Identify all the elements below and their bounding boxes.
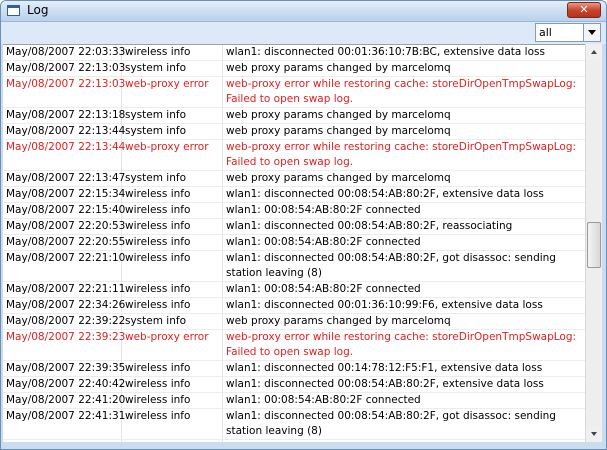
title-bar[interactable]: Log ✕: [1, 1, 606, 22]
window-title: Log: [27, 3, 49, 17]
log-row[interactable]: May/08/2007 22:13:44 system info web proxy…: [3, 124, 585, 140]
log-message: web proxy params changed by marcelomq: [226, 62, 451, 74]
log-row[interactable]: May/08/2007 22:34:26 wireless info wlan1: …: [3, 298, 585, 314]
log-message: wlan1: disconnected 00:08:54:AB:80:2F, e…: [226, 378, 544, 390]
log-topics: system info: [122, 124, 223, 139]
log-row[interactable]: May/08/2007 22:39:35 wireless info wlan1: …: [3, 361, 585, 377]
log-row[interactable]: May/08/2007 22:03:33 wireless info wlan1: …: [3, 45, 585, 61]
log-message: wlan1: disconnected 00:08:54:AB:80:2F, g…: [226, 252, 556, 279]
log-row[interactable]: May/08/2007 22:41:20 wireless info wlan1: …: [3, 393, 585, 409]
log-time: May/08/2007 22:40:42: [3, 377, 125, 392]
log-time: May/08/2007 22:13:47: [3, 171, 125, 186]
log-row[interactable]: May/08/2007 22:21:10 wireless info wlan1: …: [3, 251, 585, 282]
log-message: wlan1: disconnected 00:08:54:AB:80:2F, g…: [226, 410, 556, 437]
log-message: web proxy params changed by marcelomq: [226, 109, 451, 121]
log-time: May/08/2007 22:13:03: [3, 77, 125, 107]
log-topics: wireless info: [122, 203, 223, 218]
window-bottom-edge: [1, 442, 606, 449]
log-row[interactable]: May/08/2007 22:15:34 wireless info wlan1: …: [3, 187, 585, 203]
scroll-thumb[interactable]: [587, 222, 601, 268]
log-message: wlan1: 00:08:54:AB:80:2F connected: [226, 236, 421, 248]
log-row[interactable]: May/08/2007 22:41:31 wireless info wlan1: …: [3, 409, 585, 440]
log-time: May/08/2007 22:39:35: [3, 361, 125, 376]
log-row[interactable]: May/08/2007 22:40:42 wireless info wlan1: …: [3, 377, 585, 393]
log-time: May/08/2007 22:34:26: [3, 298, 125, 313]
log-time: May/08/2007 22:20:55: [3, 235, 125, 250]
vertical-scrollbar[interactable]: [585, 44, 602, 442]
log-list[interactable]: May/08/2007 22:03:33 wireless info wlan1: …: [3, 44, 585, 443]
log-time: May/08/2007 22:13:18: [3, 108, 125, 123]
log-topics: web-proxy error: [122, 330, 223, 360]
log-row[interactable]: May/08/2007 22:13:03 system info web proxy…: [3, 61, 585, 77]
close-button[interactable]: ✕: [567, 2, 601, 18]
log-topics: wireless info: [122, 235, 223, 250]
log-topics: wireless info: [122, 219, 223, 234]
log-topics: wireless info: [122, 409, 223, 439]
log-time: May/08/2007 22:13:03: [3, 61, 125, 76]
log-row[interactable]: May/08/2007 22:39:22 system info web proxy…: [3, 314, 585, 330]
log-message: wlan1: 00:08:54:AB:80:2F connected: [226, 394, 421, 406]
log-topics: system info: [122, 314, 223, 329]
scroll-down-button[interactable]: [586, 426, 602, 442]
log-topics: wireless info: [122, 251, 223, 281]
log-topics: web-proxy error: [122, 140, 223, 170]
log-message: wlan1: disconnected 00:01:36:10:99:F6, e…: [226, 299, 543, 311]
toolbar: all: [1, 22, 606, 44]
log-topics: wireless info: [122, 187, 223, 202]
log-time: May/08/2007 22:20:53: [3, 219, 125, 234]
log-window-icon: [7, 5, 20, 16]
log-row[interactable]: May/08/2007 22:20:55 wireless info wlan1: …: [3, 235, 585, 251]
log-time: May/08/2007 22:41:20: [3, 393, 125, 408]
log-time: May/08/2007 22:13:44: [3, 140, 125, 170]
topic-filter-select[interactable]: all: [535, 23, 601, 42]
log-topics: system info: [122, 171, 223, 186]
log-topics: wireless info: [122, 361, 223, 376]
log-time: May/08/2007 22:15:40: [3, 203, 125, 218]
log-time: May/08/2007 22:21:11: [3, 282, 125, 297]
log-message: wlan1: disconnected 00:08:54:AB:80:2F, r…: [226, 220, 513, 232]
log-message: wlan1: disconnected 00:08:54:AB:80:2F, e…: [226, 188, 544, 200]
log-window: Log ✕ all May/08/2007 22:03:33 wireless i…: [0, 0, 607, 450]
log-message: web-proxy error while restoring cache: s…: [226, 141, 577, 168]
log-topics: web-proxy error: [122, 77, 223, 107]
log-message: web-proxy error while restoring cache: s…: [226, 78, 577, 105]
log-row[interactable]: May/08/2007 22:13:03 web-proxy error web-p…: [3, 77, 585, 108]
log-message: wlan1: 00:08:54:AB:80:2F connected: [226, 283, 421, 295]
log-message: web-proxy error while restoring cache: s…: [226, 331, 577, 358]
log-topics: wireless info: [122, 298, 223, 313]
log-message: web proxy params changed by marcelomq: [226, 125, 451, 137]
log-row[interactable]: May/08/2007 22:15:40 wireless info wlan1: …: [3, 203, 585, 219]
log-message: wlan1: disconnected 00:01:36:10:7B:BC, e…: [226, 46, 545, 58]
log-message: web proxy params changed by marcelomq: [226, 315, 451, 327]
log-time: May/08/2007 22:39:22: [3, 314, 125, 329]
log-row[interactable]: May/08/2007 22:13:44 web-proxy error web-p…: [3, 140, 585, 171]
filter-value: all: [539, 26, 552, 39]
log-topics: wireless info: [122, 393, 223, 408]
log-time: May/08/2007 22:39:23: [3, 330, 125, 360]
chevron-down-icon[interactable]: [583, 24, 600, 41]
log-time: May/08/2007 22:15:34: [3, 187, 125, 202]
log-topics: wireless info: [122, 45, 223, 60]
log-topics: system info: [122, 61, 223, 76]
log-topics: wireless info: [122, 282, 223, 297]
log-time: May/08/2007 22:13:44: [3, 124, 125, 139]
log-time: May/08/2007 22:41:31: [3, 409, 125, 439]
log-message: wlan1: 00:08:54:AB:80:2F connected: [226, 204, 421, 216]
log-topics: wireless info: [122, 377, 223, 392]
log-row[interactable]: May/08/2007 22:13:47 system info web proxy…: [3, 171, 585, 187]
log-row[interactable]: May/08/2007 22:21:11 wireless info wlan1: …: [3, 282, 585, 298]
log-topics: system info: [122, 108, 223, 123]
log-time: May/08/2007 22:03:33: [3, 45, 125, 60]
scroll-up-button[interactable]: [586, 44, 602, 60]
log-message: wlan1: disconnected 00:14:78:12:F5:F1, e…: [226, 362, 543, 374]
log-message: web proxy params changed by marcelomq: [226, 172, 451, 184]
log-row[interactable]: May/08/2007 22:39:23 web-proxy error web-p…: [3, 330, 585, 361]
log-row[interactable]: May/08/2007 22:20:53 wireless info wlan1: …: [3, 219, 585, 235]
log-row[interactable]: May/08/2007 22:13:18 system info web proxy…: [3, 108, 585, 124]
log-time: May/08/2007 22:21:10: [3, 251, 125, 281]
